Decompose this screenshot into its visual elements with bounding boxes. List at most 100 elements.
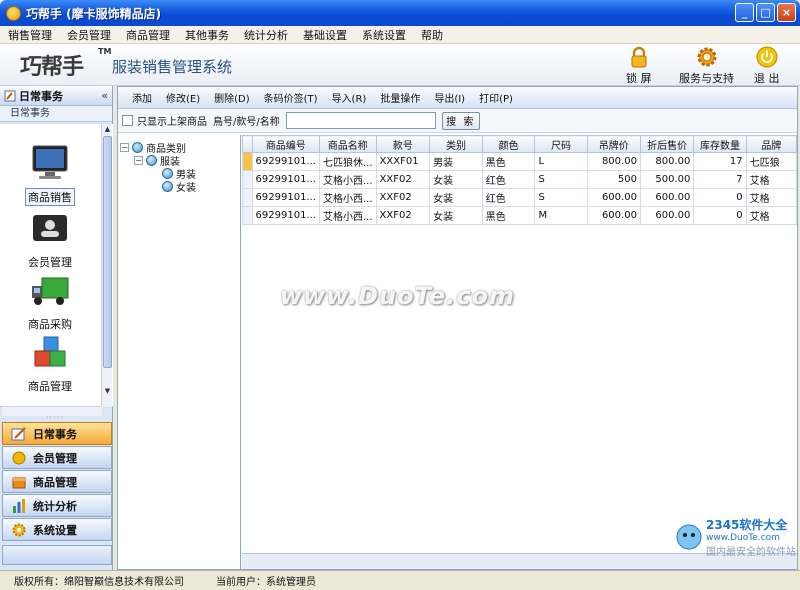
table-cell: 600.00: [639, 206, 695, 225]
bar-chart-icon: [13, 498, 25, 513]
module-product-sales[interactable]: 商品销售: [0, 144, 100, 206]
power-icon: [756, 46, 778, 68]
row-header-corner: [242, 135, 253, 153]
table-cell: 600.00: [639, 188, 695, 207]
scroll-up-icon[interactable]: ▲: [102, 124, 113, 135]
monitor-icon: [32, 145, 68, 179]
window-title-bar[interactable]: 巧帮手 (摩卡服饰精品店) _ □ ×: [0, 0, 800, 26]
tree-toggle-icon[interactable]: −: [134, 156, 143, 165]
table-row[interactable]: 69299101... 艾格小西... XXF02 女装 红色 S 500 50…: [242, 170, 798, 189]
table-cell: 17: [693, 152, 747, 171]
table-cell: 69299101...: [251, 206, 320, 225]
nav-statistics[interactable]: 统计分析: [2, 494, 112, 517]
menu-statistics[interactable]: 统计分析: [244, 27, 288, 43]
column-header[interactable]: 类别: [429, 135, 483, 153]
search-input[interactable]: [285, 112, 436, 129]
nav-product-management[interactable]: 商品管理: [2, 470, 112, 493]
menu-members[interactable]: 会员管理: [67, 27, 111, 43]
column-header[interactable]: 颜色: [481, 135, 536, 153]
table-cell: 艾格: [745, 188, 798, 207]
module-product-management-label: 商品管理: [28, 380, 72, 393]
search-button[interactable]: 搜 索: [441, 111, 480, 130]
scroll-down-icon[interactable]: ▼: [102, 386, 113, 397]
app-icon: [6, 5, 21, 21]
module-member-management[interactable]: 会员管理: [0, 210, 100, 270]
nav-system-settings[interactable]: 系统设置: [2, 518, 112, 541]
module-product-management[interactable]: 商品管理: [0, 334, 100, 394]
table-row[interactable]: 69299101... 七匹狼休... XXXF01 男装 黑色 L 800.0…: [242, 152, 798, 171]
export-button[interactable]: 导出(I): [434, 90, 465, 105]
row-selector[interactable]: [242, 188, 253, 207]
table-row[interactable]: 69299101... 艾格小西... XXF02 女装 黑色 M 600.00…: [242, 206, 798, 225]
nav-daily-affairs[interactable]: 日常事务: [2, 422, 112, 445]
menu-sales[interactable]: 销售管理: [8, 27, 52, 43]
minimize-button[interactable]: _: [735, 3, 754, 22]
column-header[interactable]: 商品名称: [318, 135, 377, 153]
category-tree: − 商品类别 − 服装 男装 女装: [118, 135, 241, 569]
menu-other[interactable]: 其他事务: [185, 27, 229, 43]
table-cell: 女装: [429, 188, 483, 207]
lock-screen-button[interactable]: 锁 屏: [626, 46, 652, 86]
table-cell: 800.00: [639, 152, 695, 171]
menu-help[interactable]: 帮助: [421, 27, 443, 43]
only-listed-checkbox[interactable]: [122, 115, 133, 126]
table-cell: XXXF01: [375, 152, 431, 171]
tree-toggle-icon[interactable]: −: [120, 143, 129, 152]
tree-node-womenswear[interactable]: 女装: [162, 179, 196, 194]
column-header[interactable]: 吊牌价: [586, 135, 641, 153]
table-cell: 0: [693, 206, 747, 225]
table-row[interactable]: 69299101... 艾格小西... XXF02 女装 红色 S 600.00…: [242, 188, 798, 207]
table-cell: 69299101...: [251, 152, 320, 171]
nav-product-management-label: 商品管理: [33, 475, 77, 489]
module-purchasing[interactable]: 商品采购: [0, 272, 100, 332]
table-cell: 69299101...: [251, 188, 320, 207]
row-selector[interactable]: [242, 206, 253, 225]
menu-basic-settings[interactable]: 基础设置: [303, 27, 347, 43]
column-header[interactable]: 商品编号: [251, 135, 320, 153]
column-header[interactable]: 品牌: [745, 135, 798, 153]
collapse-panel-button[interactable]: «: [101, 89, 108, 102]
table-cell: 600.00: [586, 206, 641, 225]
batch-operation-button[interactable]: 批量操作: [380, 90, 420, 105]
row-selector[interactable]: [242, 152, 253, 171]
member-card-icon: [33, 215, 67, 241]
delete-button[interactable]: 删除(D): [214, 90, 250, 105]
splitter-grip[interactable]: ·····: [46, 413, 64, 422]
column-header[interactable]: 库存数量: [693, 135, 747, 153]
column-header[interactable]: 尺码: [534, 135, 588, 153]
menu-products[interactable]: 商品管理: [126, 27, 170, 43]
edit-button[interactable]: 修改(E): [166, 90, 200, 105]
nav-member-management[interactable]: 会员管理: [2, 446, 112, 469]
menu-system-settings[interactable]: 系统设置: [362, 27, 406, 43]
barcode-label-button[interactable]: 条码价签(T): [264, 90, 318, 105]
import-button[interactable]: 导入(R): [332, 90, 367, 105]
box-icon: [12, 477, 26, 488]
table-cell: XXF02: [375, 170, 431, 189]
column-header[interactable]: 款号: [375, 135, 431, 153]
app-logo: 巧帮手: [20, 55, 84, 80]
column-header[interactable]: 折后售价: [639, 135, 695, 153]
category-icon: [162, 181, 173, 192]
product-table: 商品编号 商品名称 款号 类别 颜色 尺码 吊牌价 折后售价 库存数量 品牌 6…: [242, 135, 798, 225]
menu-bar: 销售管理 会员管理 商品管理 其他事务 统计分析 基础设置 系统设置 帮助: [0, 26, 800, 44]
row-selector[interactable]: [242, 170, 253, 189]
maximize-button[interactable]: □: [756, 3, 775, 22]
site-logo: 2345软件大全 www.DuoTe.com 国内最安全的软件站: [672, 516, 796, 558]
site-slogan: 国内最安全的软件站: [706, 547, 796, 558]
main-panel: 添加 修改(E) 删除(D) 条码价签(T) 导入(R) 批量操作 导出(I) …: [117, 86, 798, 570]
table-cell: 黑色: [481, 206, 536, 225]
table-header-row: 商品编号 商品名称 款号 类别 颜色 尺码 吊牌价 折后售价 库存数量 品牌: [242, 135, 798, 153]
table-cell: 七匹狼: [745, 152, 798, 171]
table-cell: XXF02: [375, 188, 431, 207]
service-support-button[interactable]: 服务与支持: [679, 46, 734, 86]
exit-button[interactable]: 退 出: [754, 46, 780, 86]
print-button[interactable]: 打印(P): [479, 90, 513, 105]
table-cell: 500.00: [639, 170, 695, 189]
nav-overflow-bar[interactable]: [2, 545, 112, 565]
scrollbar-thumb[interactable]: [103, 136, 112, 368]
add-button[interactable]: 添加: [132, 90, 152, 105]
filter-bar: 只显示上架商品 鳥号/款号/名称 搜 索: [118, 109, 797, 133]
table-cell: 800.00: [586, 152, 641, 171]
close-button[interactable]: ×: [777, 3, 796, 22]
module-list-scrollbar[interactable]: ▲ ▼: [101, 124, 112, 407]
